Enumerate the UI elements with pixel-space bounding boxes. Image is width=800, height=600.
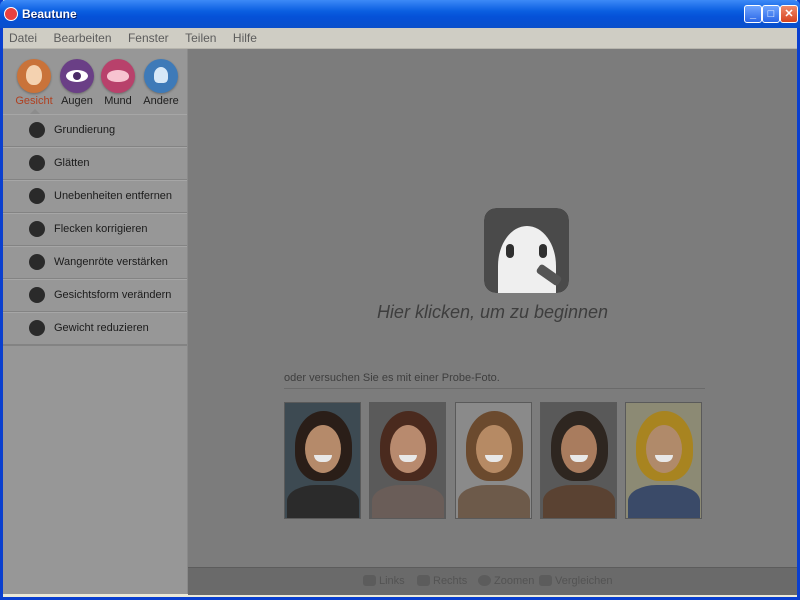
tab-face[interactable]: Gesicht bbox=[14, 59, 54, 107]
tool-foundation[interactable]: Grundierung bbox=[3, 114, 187, 147]
tab-mouth-label: Mund bbox=[104, 95, 132, 107]
spot-icon bbox=[29, 221, 45, 237]
photo-face bbox=[561, 425, 597, 473]
list-divider bbox=[3, 345, 187, 346]
sample-photos-label: oder versuchen Sie es mit einer Probe-Fo… bbox=[284, 372, 500, 384]
compare-icon bbox=[539, 575, 552, 586]
sample-photo-5[interactable] bbox=[625, 402, 702, 519]
tool-list: Grundierung Glätten Unebenheiten entfern… bbox=[3, 114, 187, 346]
bottom-toolbar: Links Rechts Zoomen Vergleichen bbox=[188, 567, 797, 595]
tab-other[interactable]: Andere bbox=[141, 59, 181, 107]
face-shape-icon bbox=[29, 287, 45, 303]
sample-photo-2[interactable] bbox=[369, 402, 446, 519]
rotate-right-label: Rechts bbox=[433, 575, 468, 587]
tab-mouth[interactable]: Mund bbox=[98, 59, 138, 107]
tab-eyes-label: Augen bbox=[61, 95, 93, 107]
category-tabs: Gesicht Augen Mund Andere bbox=[3, 49, 187, 115]
rotate-left-label: Links bbox=[379, 575, 405, 587]
tool-label: Gesichtsform verändern bbox=[54, 289, 172, 301]
tool-label: Unebenheiten entfernen bbox=[54, 190, 173, 202]
photo-face bbox=[305, 425, 341, 473]
tool-label: Gewicht reduzieren bbox=[54, 322, 149, 334]
tool-face-shape[interactable]: Gesichtsform verändern bbox=[3, 279, 187, 312]
title-bar[interactable]: Beautune _ □ ✕ bbox=[0, 0, 800, 28]
tool-label: Wangenröte verstärken bbox=[54, 256, 168, 268]
face-icon bbox=[17, 59, 51, 93]
menu-edit[interactable]: Bearbeiten bbox=[47, 28, 117, 48]
compare-button[interactable]: Vergleichen bbox=[539, 575, 613, 587]
menu-file[interactable]: Datei bbox=[3, 28, 43, 48]
close-button[interactable]: ✕ bbox=[780, 5, 798, 23]
smooth-face-icon bbox=[29, 155, 45, 171]
window-title: Beautune bbox=[22, 7, 77, 21]
zoom-icon bbox=[478, 575, 491, 586]
open-photo-button[interactable] bbox=[484, 208, 569, 293]
tool-label: Flecken korrigieren bbox=[54, 223, 148, 235]
tool-label: Glätten bbox=[54, 157, 90, 169]
tool-smooth[interactable]: Glätten bbox=[3, 147, 187, 180]
minimize-button[interactable]: _ bbox=[744, 5, 762, 23]
app-window: Beautune _ □ ✕ Datei Bearbeiten Fenster … bbox=[0, 0, 800, 600]
foundation-icon bbox=[29, 122, 45, 138]
photo-body bbox=[287, 485, 359, 518]
menu-share[interactable]: Teilen bbox=[179, 28, 222, 48]
rotate-left-icon bbox=[363, 575, 376, 586]
sample-divider bbox=[284, 388, 705, 389]
photo-body bbox=[543, 485, 615, 518]
tool-correct-spots[interactable]: Flecken korrigieren bbox=[3, 213, 187, 246]
tab-face-label: Gesicht bbox=[15, 95, 53, 107]
maximize-button[interactable]: □ bbox=[762, 5, 780, 23]
main-canvas[interactable]: Hier klicken, um zu beginnen oder versuc… bbox=[188, 49, 797, 567]
photo-body bbox=[458, 485, 530, 518]
sample-photo-4[interactable] bbox=[540, 402, 617, 519]
lips-icon bbox=[101, 59, 135, 93]
eye-icon bbox=[60, 59, 94, 93]
photo-face bbox=[390, 425, 426, 473]
start-face-eye-right bbox=[539, 244, 547, 258]
photo-body bbox=[372, 485, 444, 518]
sample-photo-3[interactable] bbox=[455, 402, 532, 519]
start-prompt[interactable]: Hier klicken, um zu beginnen bbox=[188, 302, 797, 323]
photo-body bbox=[628, 485, 700, 518]
zoom-label: Zoomen bbox=[494, 575, 535, 587]
tab-other-label: Andere bbox=[143, 95, 179, 107]
sample-photo-1[interactable] bbox=[284, 402, 361, 519]
menu-window[interactable]: Fenster bbox=[122, 28, 175, 48]
compare-label: Vergleichen bbox=[555, 575, 613, 587]
weight-icon bbox=[29, 320, 45, 336]
rotate-left-button[interactable]: Links bbox=[363, 575, 405, 587]
photo-face bbox=[646, 425, 682, 473]
tool-blush[interactable]: Wangenröte verstärken bbox=[3, 246, 187, 279]
tool-label: Grundierung bbox=[54, 124, 116, 136]
start-face-eye-left bbox=[506, 244, 514, 258]
rotate-right-button[interactable]: Rechts bbox=[417, 575, 467, 587]
menu-help[interactable]: Hilfe bbox=[227, 28, 263, 48]
rotate-right-icon bbox=[417, 575, 430, 586]
blemish-icon bbox=[29, 188, 45, 204]
flower-icon bbox=[144, 59, 178, 93]
tool-remove-blemishes[interactable]: Unebenheiten entfernen bbox=[3, 180, 187, 213]
photo-face bbox=[476, 425, 512, 473]
app-logo-icon bbox=[4, 7, 18, 21]
blush-icon bbox=[29, 254, 45, 270]
tool-reduce-weight[interactable]: Gewicht reduzieren bbox=[3, 312, 187, 345]
zoom-button[interactable]: Zoomen bbox=[478, 575, 534, 587]
menu-bar: Datei Bearbeiten Fenster Teilen Hilfe bbox=[3, 28, 797, 49]
sidebar: Gesicht Augen Mund Andere Grundierung Gl… bbox=[3, 49, 188, 594]
tab-eyes[interactable]: Augen bbox=[57, 59, 97, 107]
